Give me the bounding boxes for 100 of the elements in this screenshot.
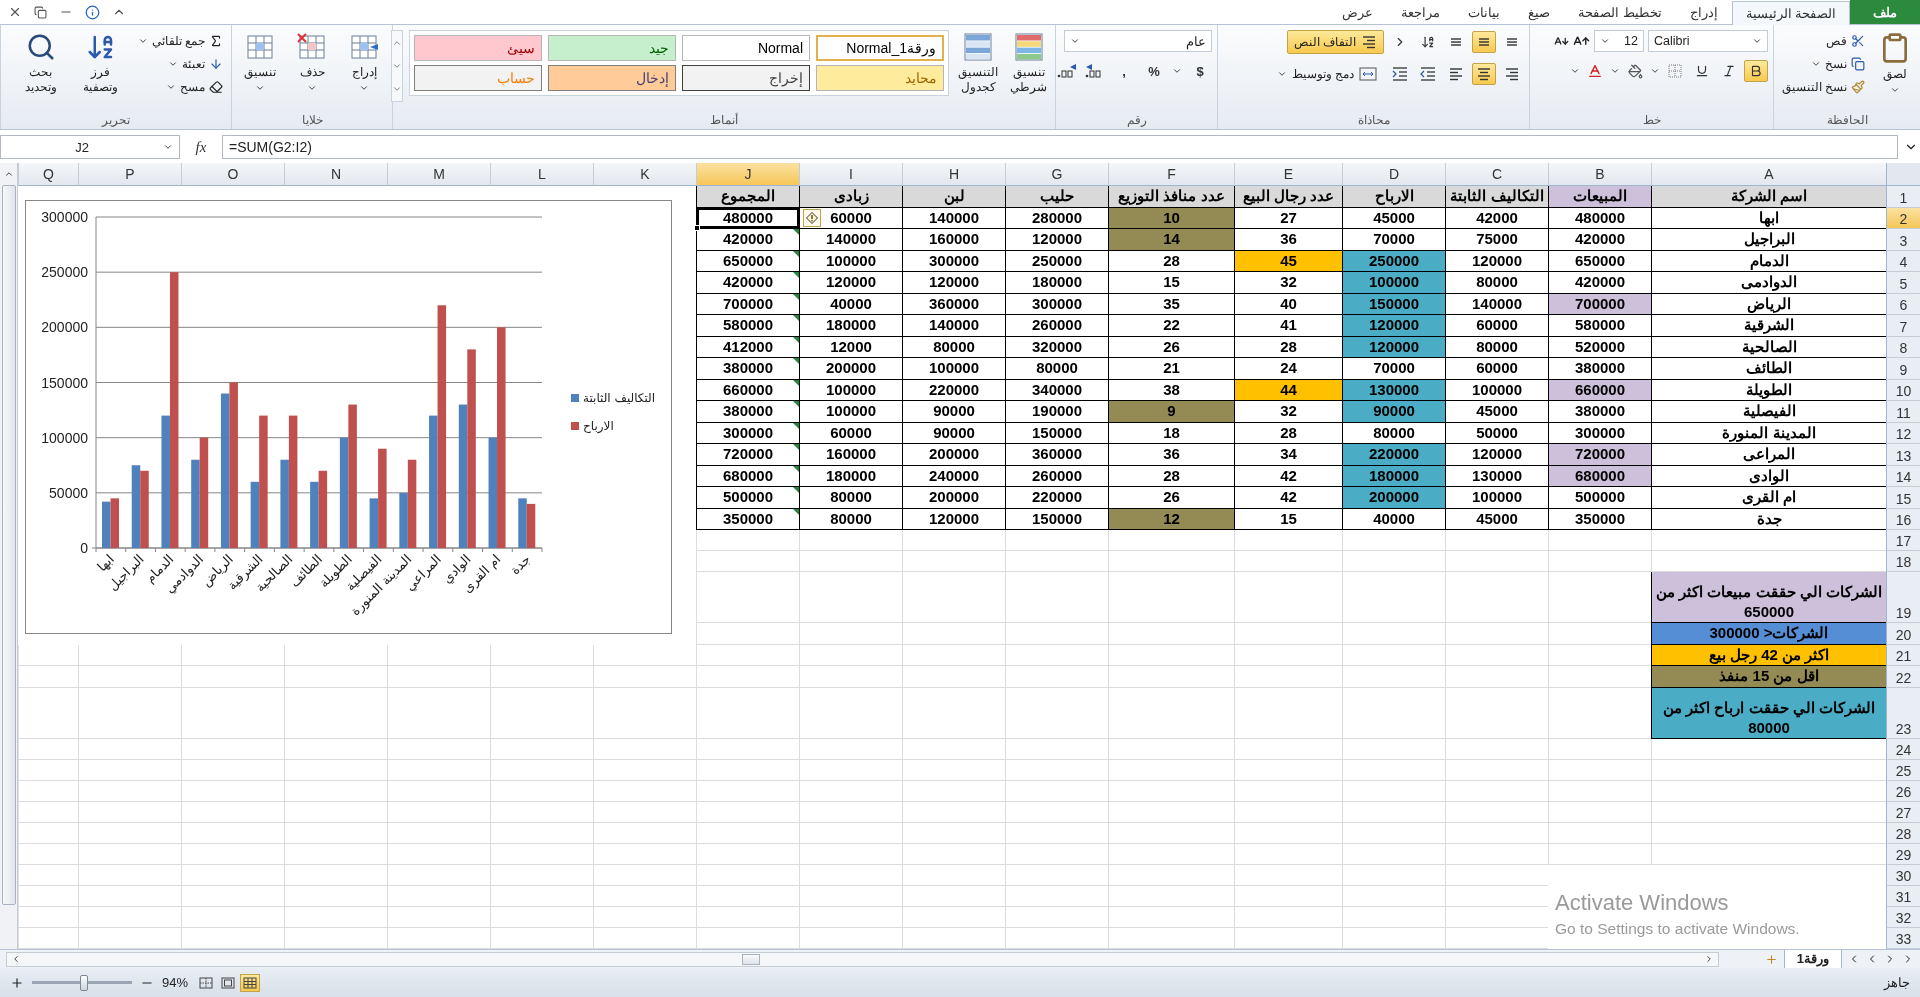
row-header[interactable]: 8 <box>1886 336 1920 358</box>
cell-style[interactable]: إخراج <box>682 65 810 91</box>
column-header[interactable]: A <box>1651 163 1886 186</box>
row-header[interactable]: 21 <box>1886 644 1920 667</box>
ribbon-tab[interactable]: بيانات <box>1454 0 1515 24</box>
select-all-button[interactable] <box>1886 163 1920 186</box>
horizontal-scrollbar[interactable] <box>6 951 1719 967</box>
insert-cells-button[interactable]: إدراج <box>341 30 387 95</box>
delete-cells-button[interactable]: حذف <box>289 30 335 95</box>
clear-button[interactable]: مسح <box>134 76 226 98</box>
column-header[interactable]: I <box>799 163 902 186</box>
column-header[interactable]: D <box>1342 163 1445 186</box>
row-header[interactable]: 10 <box>1886 379 1920 401</box>
row-header[interactable]: 18 <box>1886 551 1920 572</box>
cell-style[interactable]: محايد <box>816 65 944 91</box>
autosum-button[interactable]: جمع تلقائي <box>134 30 226 52</box>
ribbon-tab[interactable]: إدراج <box>1675 0 1732 24</box>
number-format-field[interactable]: عام <box>1064 30 1212 52</box>
ribbon-tab[interactable]: الصفحة الرئيسية <box>1731 1 1850 25</box>
scroll-left-icon[interactable] <box>11 954 21 964</box>
cell-style[interactable]: Normal <box>682 35 810 61</box>
column-header[interactable]: N <box>284 163 387 186</box>
slider-thumb[interactable] <box>80 974 88 991</box>
column-header[interactable]: B <box>1548 163 1651 186</box>
function-label[interactable]: fx <box>186 138 216 156</box>
view-button[interactable] <box>240 973 261 992</box>
column-header[interactable]: H <box>902 163 1005 186</box>
row-header[interactable]: 29 <box>1886 844 1920 865</box>
close-icon[interactable] <box>8 5 22 19</box>
gallery-scroller[interactable] <box>391 30 403 102</box>
row-header[interactable]: 31 <box>1886 886 1920 907</box>
row-header[interactable]: 14 <box>1886 465 1920 487</box>
cell-style[interactable]: إدخال <box>548 65 676 91</box>
column-header[interactable]: E <box>1234 163 1342 186</box>
ribbon-tab[interactable]: صيغ <box>1514 0 1565 24</box>
column-header[interactable]: M <box>387 163 490 186</box>
restore-icon[interactable] <box>34 5 47 19</box>
merge-center-button[interactable]: دمج وتوسيط <box>1269 62 1384 86</box>
align-center-button[interactable] <box>1472 63 1496 85</box>
column-header[interactable]: F <box>1108 163 1234 186</box>
row-header[interactable]: 17 <box>1886 530 1920 551</box>
format-cells-button[interactable]: تنسيق <box>237 30 283 95</box>
column-header[interactable]: C <box>1445 163 1548 186</box>
ribbon-tab[interactable]: ملف <box>1850 0 1920 24</box>
zoom-in-icon[interactable] <box>10 975 24 990</box>
cell-style[interactable]: جيد <box>548 35 676 61</box>
row-header[interactable]: 6 <box>1886 293 1920 315</box>
column-header[interactable]: L <box>490 163 593 186</box>
row-header[interactable]: 30 <box>1886 865 1920 886</box>
currency-button[interactable]: $ <box>1188 60 1212 82</box>
ribbon-tab[interactable]: مراجعة <box>1387 0 1455 24</box>
ribbon-tab[interactable]: عرض <box>1328 0 1388 24</box>
row-header[interactable]: 26 <box>1886 781 1920 802</box>
row-header[interactable]: 12 <box>1886 422 1920 444</box>
cut-button[interactable]: قص <box>1779 30 1869 52</box>
sort-filter-button[interactable]: فرز وتصفية <box>72 30 129 97</box>
font-size-field[interactable]: 12 <box>1594 30 1644 52</box>
row-header[interactable]: 27 <box>1886 802 1920 823</box>
row-header[interactable]: 19 <box>1886 572 1920 624</box>
cell-style[interactable]: سيئ <box>414 35 542 61</box>
row-header[interactable]: 15 <box>1886 487 1920 509</box>
info-icon[interactable] <box>85 4 100 20</box>
row-header[interactable]: 1 <box>1886 186 1920 208</box>
column-header[interactable]: O <box>181 163 284 186</box>
column-header[interactable]: J <box>696 163 799 186</box>
row-header[interactable]: 24 <box>1886 739 1920 760</box>
column-header[interactable]: Q <box>18 163 78 186</box>
name-box[interactable]: J2 <box>0 135 180 159</box>
row-header[interactable]: 5 <box>1886 272 1920 294</box>
fill-button[interactable]: تعبئة <box>134 53 226 75</box>
formula-field[interactable]: =SUM(G2:I2) <box>222 135 1898 159</box>
copy-button[interactable]: نسخ <box>1779 53 1869 75</box>
sheet-tab[interactable]: ورقة1 <box>1783 949 1842 969</box>
format-painter-button[interactable]: نسخ التنسيق <box>1779 76 1869 98</box>
row-header[interactable]: 23 <box>1886 687 1920 739</box>
comma-button[interactable]: , <box>1112 60 1136 82</box>
scroll-down-icon[interactable] <box>392 61 402 71</box>
row-header[interactable]: 2 <box>1886 207 1920 229</box>
font-name-field[interactable]: Calibri <box>1648 30 1768 52</box>
row-header[interactable]: 33 <box>1886 928 1920 949</box>
row-header[interactable]: 22 <box>1886 666 1920 688</box>
fill-handle[interactable] <box>694 225 700 231</box>
paste-button[interactable]: لصق <box>1874 30 1915 97</box>
align-middle-button[interactable] <box>1472 31 1496 53</box>
scroll-thumb[interactable] <box>1 185 16 905</box>
scroll-thumb[interactable] <box>742 953 760 965</box>
row-header[interactable]: 13 <box>1886 444 1920 466</box>
row-header[interactable]: 25 <box>1886 760 1920 781</box>
row-header[interactable]: 16 <box>1886 508 1920 530</box>
row-header[interactable]: 11 <box>1886 401 1920 423</box>
row-header[interactable]: 32 <box>1886 907 1920 928</box>
row-header[interactable]: 20 <box>1886 623 1920 645</box>
wrap-text-button[interactable]: التفاف النص <box>1286 30 1384 54</box>
row-header[interactable]: 7 <box>1886 315 1920 337</box>
percent-button[interactable]: % <box>1142 60 1166 82</box>
bold-button[interactable] <box>1744 60 1768 82</box>
row-header[interactable]: 28 <box>1886 823 1920 844</box>
row-header[interactable]: 9 <box>1886 358 1920 380</box>
find-select-button[interactable]: بحث وتحديد <box>14 30 67 97</box>
conditional-format-button[interactable]: تنسيق شرطي <box>1007 30 1050 97</box>
